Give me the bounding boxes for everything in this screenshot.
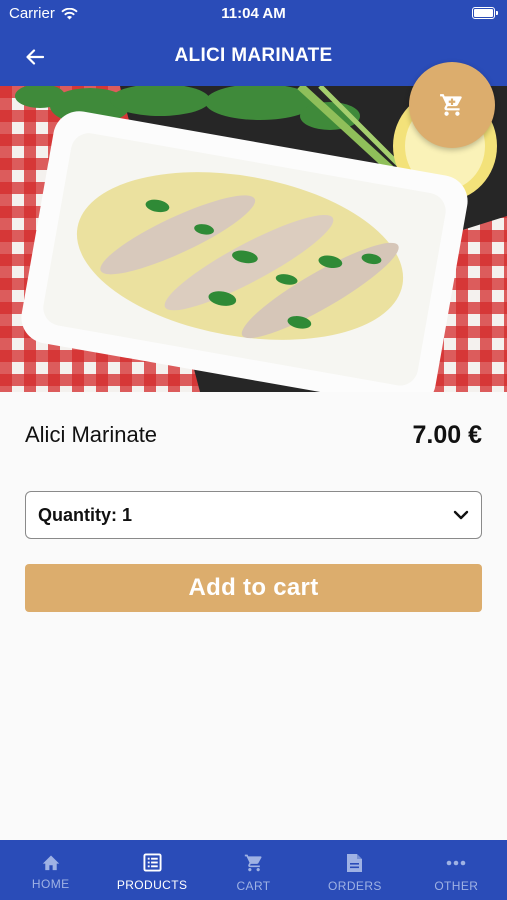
cart-icon xyxy=(244,854,262,872)
battery-icon xyxy=(472,7,498,19)
tab-other[interactable]: OTHER xyxy=(406,840,507,900)
tab-cart[interactable]: CART xyxy=(203,840,304,900)
product-price: 7.00 € xyxy=(412,420,482,449)
tab-bar: HOME PRODUCTS CART ORDERS OTHER xyxy=(0,840,507,900)
product-name: Alici Marinate xyxy=(25,422,158,447)
quantity-select[interactable]: Quantity: 1 xyxy=(25,491,482,539)
tab-cart-label: CART xyxy=(236,879,271,893)
home-icon xyxy=(42,855,59,871)
tab-home-label: HOME xyxy=(31,877,70,891)
page-title: ALICI MARINATE xyxy=(174,45,333,66)
status-time: 11:04 AM xyxy=(221,5,286,22)
tab-home[interactable]: HOME xyxy=(0,840,101,900)
tab-products-label: PRODUCTS xyxy=(116,878,188,892)
tab-products[interactable]: PRODUCTS xyxy=(101,840,202,900)
product-info: Alici Marinate 7.00 € xyxy=(25,420,482,450)
shopping-cart-icon xyxy=(440,94,462,116)
status-bar: Carrier 11:04 AM xyxy=(0,0,507,28)
tab-orders[interactable]: ORDERS xyxy=(304,840,405,900)
chevron-down-icon xyxy=(453,510,469,520)
quantity-value: Quantity: 1 xyxy=(38,504,133,525)
list-icon xyxy=(143,853,162,872)
document-icon xyxy=(347,854,363,872)
tab-other-label: OTHER xyxy=(434,879,479,893)
add-to-cart-button[interactable]: Add to cart xyxy=(25,564,482,612)
tab-orders-label: ORDERS xyxy=(328,879,382,893)
more-icon xyxy=(447,860,466,866)
cart-button[interactable] xyxy=(409,62,495,148)
